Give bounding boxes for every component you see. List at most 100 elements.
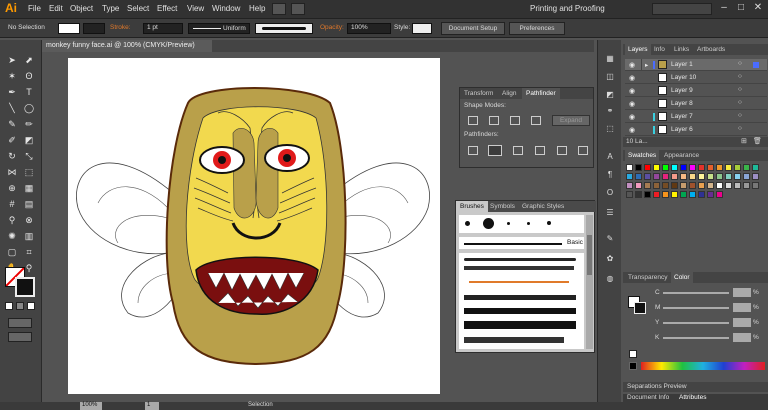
color-swatch[interactable] [635, 182, 642, 189]
color-swatch[interactable] [707, 173, 714, 180]
artboard[interactable] [68, 58, 440, 394]
outline-icon[interactable] [557, 146, 567, 155]
color-swatch[interactable] [698, 164, 705, 171]
divide-icon[interactable] [468, 146, 478, 155]
trim-icon[interactable] [488, 145, 502, 156]
target-circle-icon[interactable]: ○ [738, 60, 742, 67]
rotate-tool-icon[interactable]: ↻ [6, 150, 18, 162]
cyan-field[interactable] [733, 288, 751, 297]
width-tool-icon[interactable]: ⋈ [6, 166, 18, 178]
type-tool-icon[interactable]: T [23, 86, 35, 98]
color-mode-button[interactable] [5, 302, 13, 310]
white-swatch[interactable] [629, 350, 637, 358]
color-swatch[interactable] [689, 182, 696, 189]
opentype-icon[interactable]: O [604, 188, 616, 200]
visibility-eye-icon[interactable]: ◉ [629, 61, 635, 69]
free-transform-tool-icon[interactable]: ⬚ [23, 166, 35, 178]
menu-edit[interactable]: Edit [49, 4, 63, 13]
color-swatch[interactable] [689, 191, 696, 198]
paragraph-icon[interactable]: ¶ [604, 170, 616, 182]
color-swatch[interactable] [698, 182, 705, 189]
links-icon[interactable]: ⚭ [604, 106, 616, 118]
graphic-styles-icon[interactable]: ◍ [604, 274, 616, 286]
color-swatch[interactable] [644, 191, 651, 198]
mesh-tool-icon[interactable]: # [6, 198, 18, 210]
navigator-icon[interactable]: ◩ [604, 90, 616, 102]
transform-icon[interactable]: ⬚ [604, 124, 616, 136]
tab-info[interactable]: Info [651, 44, 668, 55]
color-swatch[interactable] [725, 182, 732, 189]
color-swatch[interactable] [707, 191, 714, 198]
layer-name[interactable]: Layer 9 [671, 87, 693, 94]
visibility-eye-icon[interactable]: ◉ [629, 126, 635, 134]
magic-wand-tool-icon[interactable]: ✶ [6, 70, 18, 82]
color-swatch[interactable] [644, 173, 651, 180]
layer-name[interactable]: Layer 10 [671, 74, 696, 81]
color-swatch[interactable] [734, 173, 741, 180]
color-spectrum[interactable] [641, 362, 765, 370]
document-tab[interactable]: monkey funny face.ai @ 100% (CMYK/Previe… [42, 40, 212, 52]
color-swatch[interactable] [662, 191, 669, 198]
color-swatch[interactable] [662, 182, 669, 189]
gradient-tool-icon[interactable]: ▤ [23, 198, 35, 210]
color-swatch[interactable] [644, 164, 651, 171]
color-swatch[interactable] [680, 173, 687, 180]
color-swatch[interactable] [644, 182, 651, 189]
merge-icon[interactable] [513, 146, 523, 155]
document-info-tab[interactable]: Document Info [627, 394, 669, 401]
type-panel-icon[interactable]: A [604, 152, 616, 164]
minus-front-icon[interactable] [489, 116, 499, 125]
menu-help[interactable]: Help [249, 4, 265, 13]
column-graph-tool-icon[interactable]: ▥ [23, 230, 35, 242]
paintbrush-tool-icon[interactable]: ✎ [6, 118, 18, 130]
layer-name[interactable]: Layer 6 [671, 126, 693, 133]
scale-tool-icon[interactable]: ⤡ [23, 150, 35, 162]
tab-layers[interactable]: Layers [625, 44, 651, 55]
color-swatch[interactable] [689, 173, 696, 180]
color-swatch[interactable] [653, 173, 660, 180]
tab-artboards[interactable]: Artboards [694, 44, 728, 55]
color-swatch[interactable] [671, 182, 678, 189]
tab-symbols[interactable]: Symbols [486, 201, 519, 212]
color-swatch[interactable] [680, 164, 687, 171]
shape-builder-tool-icon[interactable]: ⊕ [6, 182, 18, 194]
line-tool-icon[interactable]: ╲ [6, 102, 18, 114]
swatch-grid[interactable] [626, 164, 761, 220]
color-swatch[interactable] [725, 173, 732, 180]
layers-panel-icon[interactable]: ◫ [604, 72, 616, 84]
selection-tool-icon[interactable]: ➤ [6, 54, 18, 66]
color-swatch[interactable] [671, 191, 678, 198]
target-circle-icon[interactable]: ○ [738, 112, 742, 119]
layer-name[interactable]: Layer 1 [671, 61, 693, 68]
visibility-eye-icon[interactable]: ◉ [629, 87, 635, 95]
brushes-scroll-thumb[interactable] [587, 235, 592, 275]
graphic-style-picker[interactable] [412, 23, 432, 34]
disclosure-triangle-icon[interactable]: ▸ [645, 61, 648, 69]
visibility-eye-icon[interactable]: ◉ [629, 74, 635, 82]
tab-pathfinder[interactable]: Pathfinder [522, 88, 560, 99]
basic-brush-row[interactable]: Basic [459, 237, 584, 249]
color-swatch[interactable] [716, 164, 723, 171]
artboard-number-field[interactable]: 1 [145, 402, 159, 410]
tab-swatches[interactable]: Swatches [625, 150, 660, 161]
screen-mode-button[interactable] [8, 332, 32, 342]
color-guide-icon[interactable]: ▦ [604, 54, 616, 66]
visibility-eye-icon[interactable]: ◉ [629, 100, 635, 108]
expand-button[interactable]: Expand [552, 115, 590, 126]
magenta-field[interactable] [733, 303, 751, 312]
tab-color[interactable]: Color [671, 272, 693, 283]
color-swatch[interactable] [752, 173, 759, 180]
pen-tool-icon[interactable]: ✒ [6, 86, 18, 98]
visibility-eye-icon[interactable]: ◉ [629, 113, 635, 121]
attributes-tab[interactable]: Attributes [679, 394, 706, 401]
color-swatch[interactable] [734, 182, 741, 189]
pencil-tool-icon[interactable]: ✏ [23, 118, 35, 130]
color-swatch[interactable] [743, 164, 750, 171]
maximize-icon[interactable]: □ [733, 2, 749, 16]
eraser-tool-icon[interactable]: ◩ [23, 134, 35, 146]
none-mode-button[interactable] [27, 302, 35, 310]
fill-swatch[interactable] [58, 23, 80, 34]
bridge-button[interactable] [272, 3, 286, 15]
color-stroke-box[interactable] [634, 302, 646, 314]
brush-definition[interactable] [255, 23, 313, 34]
